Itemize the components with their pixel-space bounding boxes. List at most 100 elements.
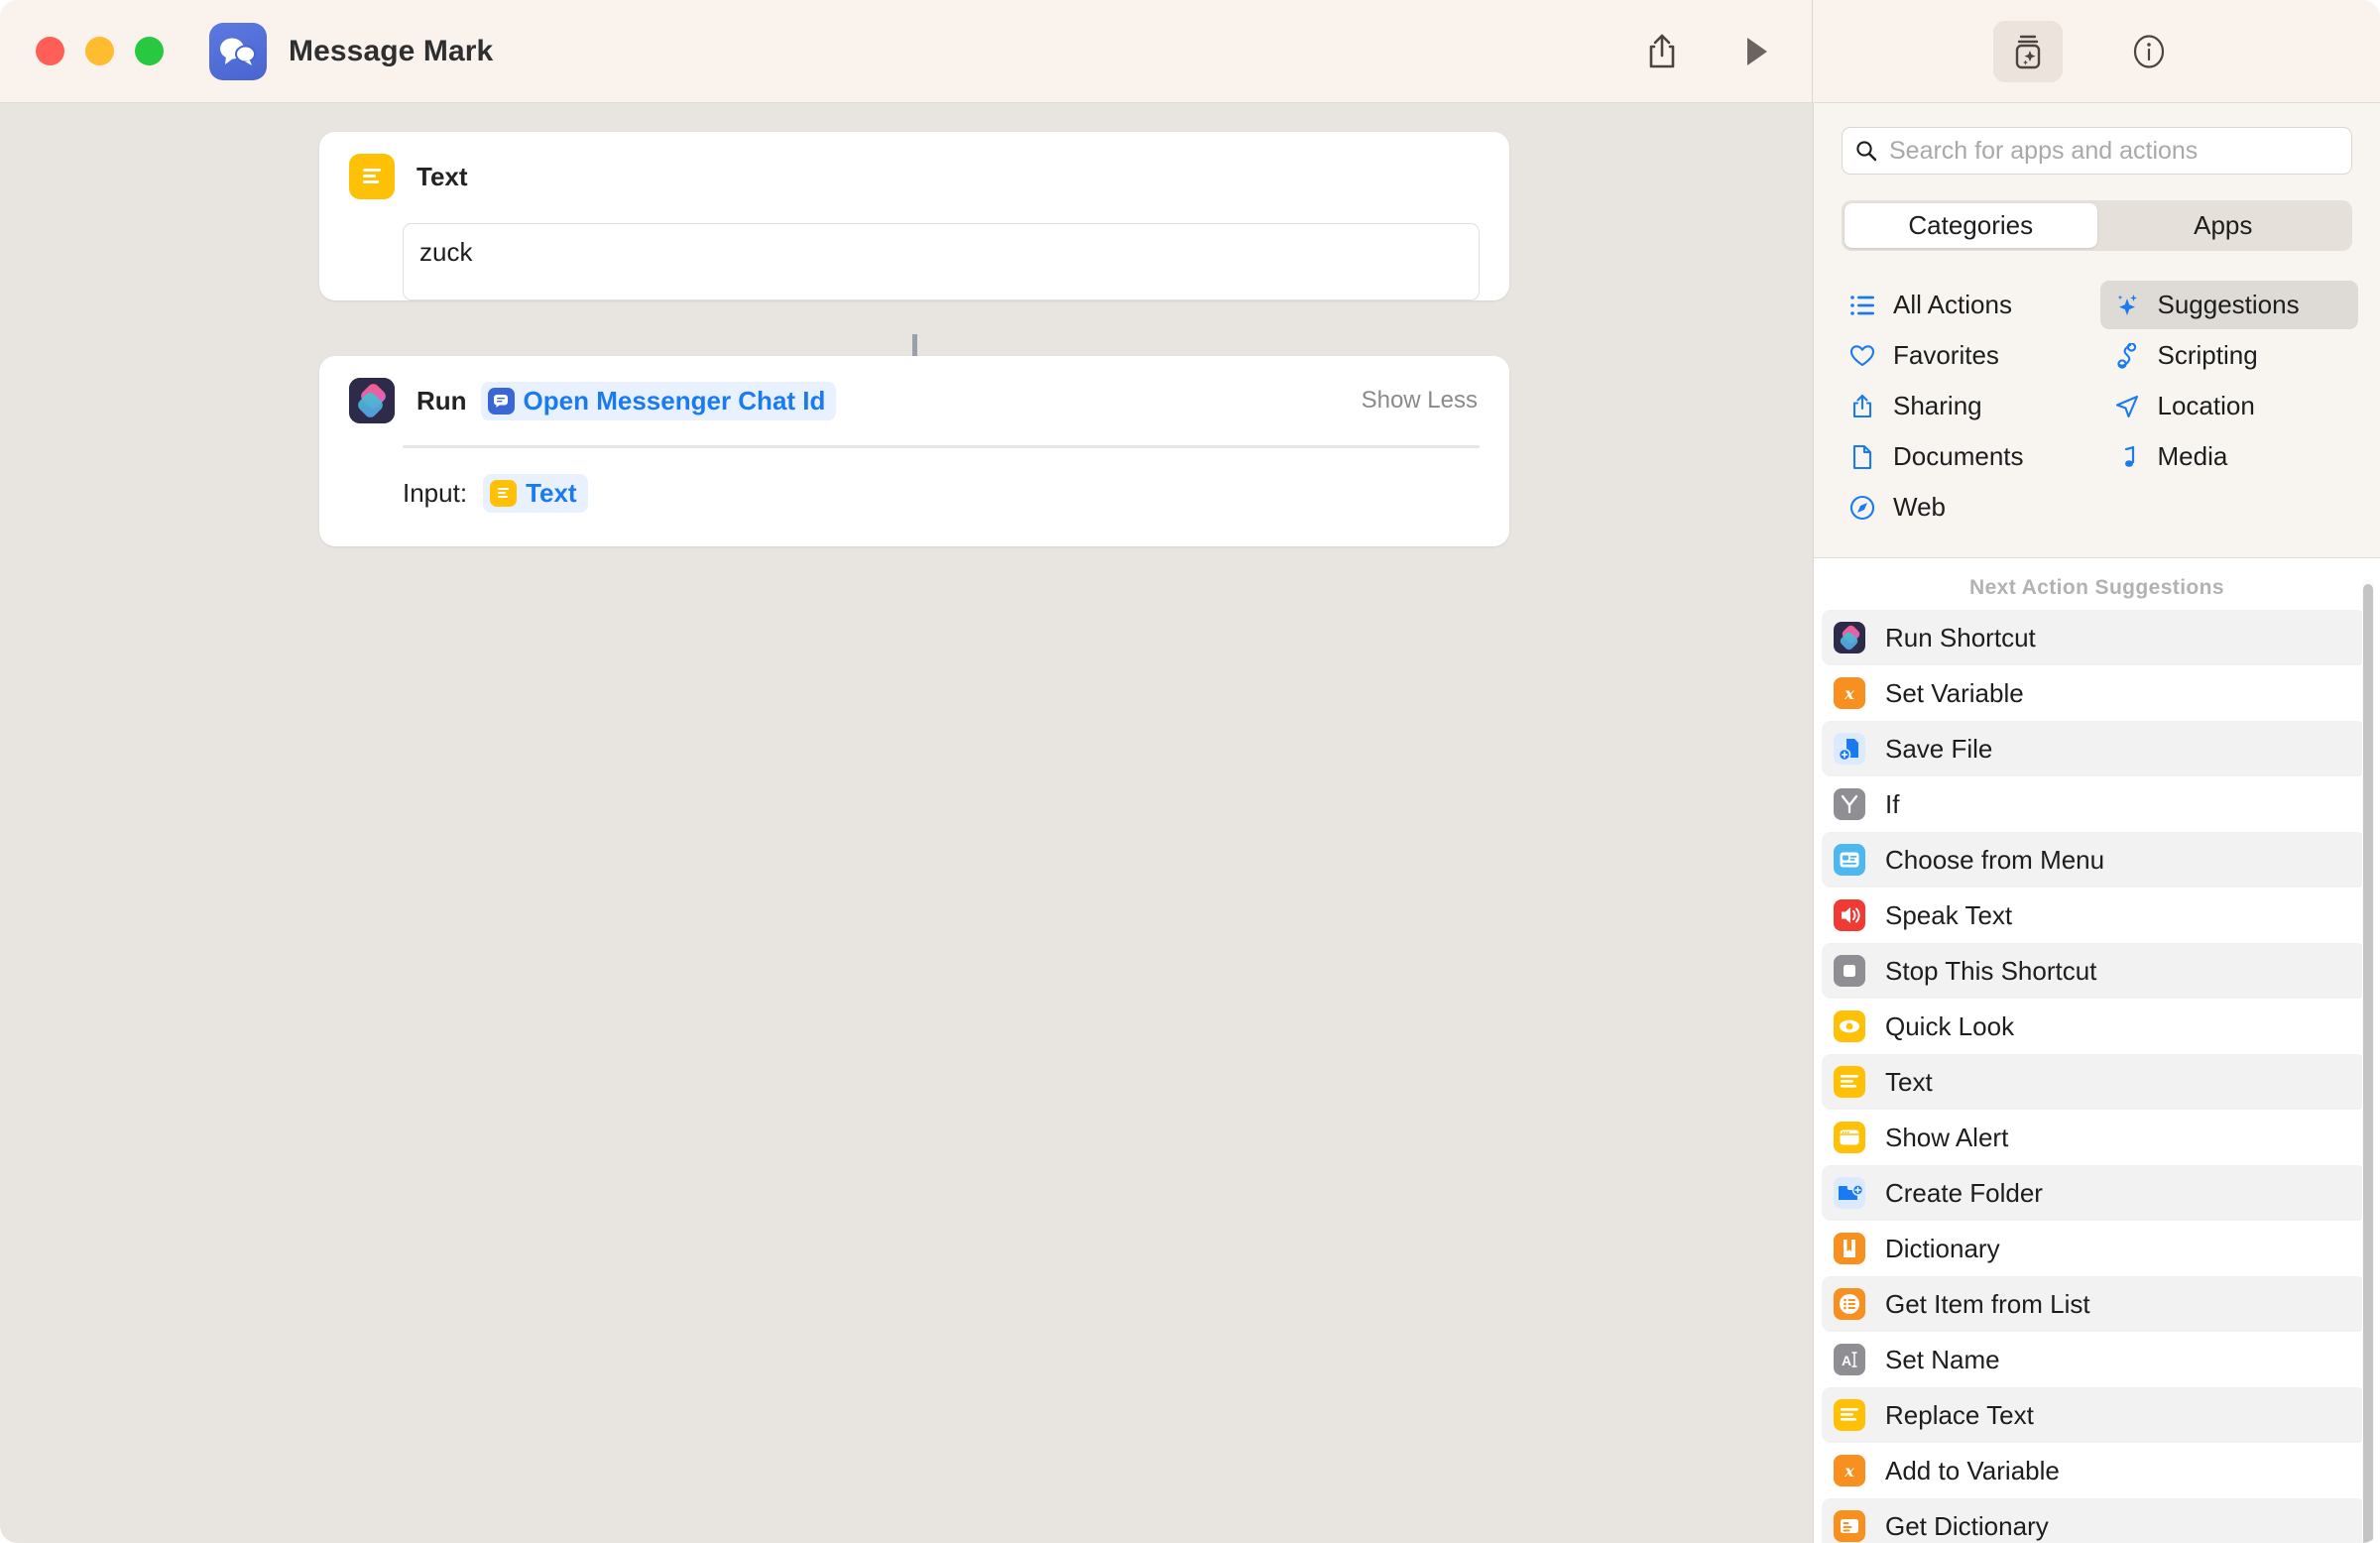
scrollbar-thumb[interactable] [2363,584,2373,1543]
action-library-icon[interactable] [1993,21,2063,82]
shortcut-name-token[interactable]: Open Messenger Chat Id [481,382,837,420]
suggestion-row[interactable]: Replace Text [1822,1387,2366,1443]
action-card-run-shortcut[interactable]: Run Open Messenger Chat Id [319,356,1509,546]
heart-icon [1847,344,1877,368]
suggestions-scrollbar[interactable] [2362,578,2374,1543]
category-label: Media [2158,441,2228,472]
suggestions-list[interactable]: Run Shortcut x Set Variable Save File If Choo… [1814,610,2380,1543]
suggestion-row[interactable]: Quick Look [1822,999,2366,1054]
close-button[interactable] [36,37,64,65]
category-media[interactable]: Media [2100,432,2359,481]
svg-text:x: x [1844,684,1854,703]
text-input-field[interactable]: zuck [403,223,1480,300]
category-all-actions[interactable]: All Actions [1836,281,2094,329]
suggestion-label: Set Variable [1885,678,2024,709]
suggestion-label: If [1885,789,1899,820]
suggestion-row[interactable]: Get Item from List [1822,1276,2366,1332]
traffic-lights [36,37,164,65]
suggestion-label: Replace Text [1885,1400,2034,1431]
share-icon [1847,394,1877,419]
save-file-icon [1834,733,1865,765]
suggestion-row[interactable]: If [1822,776,2366,832]
suggestion-row[interactable]: Get Dictionary [1822,1498,2366,1543]
suggestion-row[interactable]: Text [1822,1054,2366,1110]
text-lines-icon [490,480,517,507]
play-icon[interactable] [1726,21,1788,82]
action-input-row: Input: Text [319,448,1509,546]
category-label: Documents [1893,441,2024,472]
variable-x-icon: x [1834,1455,1865,1486]
suggestion-label: Save File [1885,734,1992,765]
window-body: Text zuck [0,103,2380,1543]
shortcut-canvas[interactable]: Text zuck [0,103,1813,1543]
category-sharing[interactable]: Sharing [1836,382,2094,430]
info-icon[interactable] [2118,21,2180,82]
category-favorites[interactable]: Favorites [1836,331,2094,380]
category-documents[interactable]: Documents [1836,432,2094,481]
show-less-button[interactable]: Show Less [1362,387,1480,415]
category-label: Location [2158,391,2255,421]
suggestion-row[interactable]: Save File [1822,721,2366,776]
suggestion-label: Create Folder [1885,1178,2043,1209]
text-lines-icon [349,154,395,199]
action-card-text[interactable]: Text zuck [319,132,1509,300]
action-title: Text [416,162,468,192]
suggestion-row[interactable]: Create Folder [1822,1165,2366,1221]
text-lines-icon [1834,1399,1865,1431]
music-note-icon [2112,444,2142,470]
category-web[interactable]: Web [1836,483,2094,532]
suggestion-row[interactable]: Stop This Shortcut [1822,943,2366,999]
action-header: Text [319,132,1509,199]
category-label: Suggestions [2158,290,2300,320]
shortcuts-app-icon [349,378,395,423]
suggestions-header: Next Action Suggestions [1814,558,2380,610]
action-connector [912,334,917,356]
folder-plus-icon [1834,1177,1865,1209]
action-library-sidebar: Categories Apps All Actions [1813,103,2380,1543]
suggestion-row[interactable]: Run Shortcut [1822,610,2366,665]
suggestion-label: Stop This Shortcut [1885,956,2096,987]
suggestion-row[interactable]: x Set Variable [1822,665,2366,721]
category-suggestions[interactable]: Suggestions [2100,281,2359,329]
search-input[interactable] [1889,137,2339,166]
branch-icon [1834,788,1865,820]
tab-categories[interactable]: Categories [1844,203,2097,248]
tab-apps[interactable]: Apps [2097,203,2350,248]
suggestion-row[interactable]: Dictionary [1822,1221,2366,1276]
suggestion-row[interactable]: Speak Text [1822,888,2366,943]
input-variable-token[interactable]: Text [483,474,588,513]
suggestion-row[interactable]: ASet Name [1822,1332,2366,1387]
book-icon [1834,1233,1865,1264]
category-label: All Actions [1893,290,2012,320]
zoom-button[interactable] [135,37,164,65]
titlebar-main: Message Mark [0,0,1813,102]
messenger-bubble-icon [488,388,515,415]
messages-bubbles-icon [209,23,267,80]
suggestions-panel: Next Action Suggestions Run Shortcut x Set… [1814,557,2380,1543]
category-label: Scripting [2158,340,2258,371]
category-label: Web [1893,492,1946,523]
category-scripting[interactable]: Scripting [2100,331,2359,380]
safari-compass-icon [1847,495,1877,521]
action-verb: Run [416,386,467,416]
location-arrow-icon [2112,394,2142,419]
search-container [1814,103,2380,175]
input-variable-label: Text [526,478,577,509]
search-icon [1854,139,1878,163]
suggestion-label: Speak Text [1885,900,2012,931]
search-field[interactable] [1842,127,2352,175]
minimize-button[interactable] [85,37,114,65]
menu-card-icon [1834,844,1865,876]
category-label: Sharing [1893,391,1982,421]
svg-text:x: x [1844,1462,1854,1481]
action-flow: Text zuck [319,132,1509,546]
share-icon[interactable] [1631,21,1693,82]
library-segmented-control[interactable]: Categories Apps [1842,200,2352,251]
suggestion-row[interactable]: Show Alert [1822,1110,2366,1165]
category-label: Favorites [1893,340,1999,371]
variable-x-icon: x [1834,677,1865,709]
suggestion-label: Get Dictionary [1885,1511,2049,1542]
suggestion-row[interactable]: Choose from Menu [1822,832,2366,888]
category-location[interactable]: Location [2100,382,2359,430]
suggestion-row[interactable]: xAdd to Variable [1822,1443,2366,1498]
